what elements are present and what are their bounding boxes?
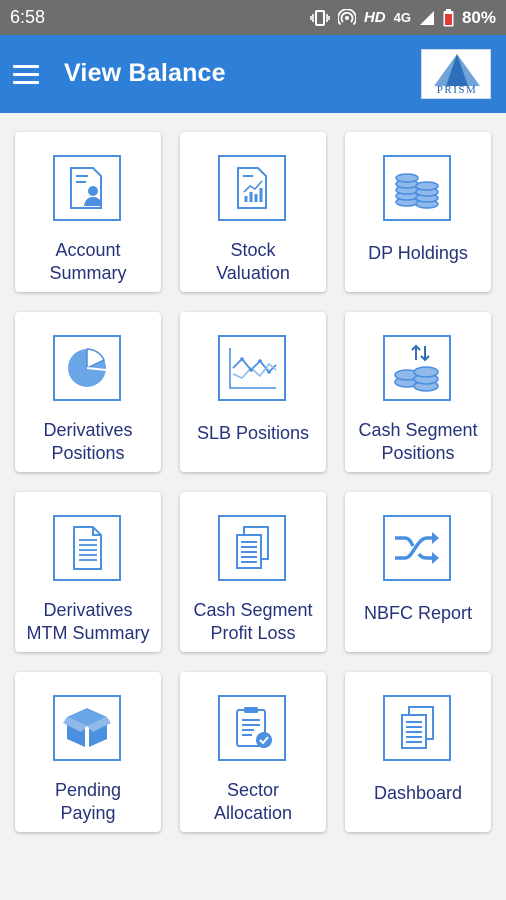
tile-label: Stock Valuation: [216, 240, 290, 283]
dashboard-documents-icon: [383, 695, 451, 761]
tile-label: Dashboard: [373, 783, 463, 803]
status-bar: 6:58 HD 4G 80%: [0, 0, 506, 35]
tile-label: NBFC Report: [363, 603, 473, 623]
tile-derivatives-positions[interactable]: Derivatives Positions: [15, 312, 161, 472]
document-icon: [53, 515, 121, 581]
coins-exchange-icon: [383, 335, 451, 401]
tile-derivatives-mtm-summary[interactable]: Derivatives MTM Summary: [15, 492, 161, 652]
hotspot-icon: [337, 8, 356, 27]
tile-sector-allocation[interactable]: Sector Allocation: [180, 672, 326, 832]
battery-icon: [443, 8, 454, 27]
account-summary-icon: [53, 155, 121, 221]
tile-label: Cash Segment Profit Loss: [193, 600, 313, 643]
tile-label: Derivatives Positions: [43, 420, 133, 463]
tile-label: Account Summary: [49, 240, 127, 283]
tile-label: DP Holdings: [368, 243, 468, 263]
line-chart-icon: [218, 335, 286, 401]
tile-nbfc-report[interactable]: NBFC Report: [345, 492, 491, 652]
status-time: 6:58: [10, 7, 46, 27]
tile-label: SLB Positions: [196, 423, 310, 443]
network-type: HD: [363, 9, 386, 26]
page-title: View Balance: [64, 59, 226, 87]
shuffle-icon: [383, 515, 451, 581]
box-icon: [53, 695, 121, 761]
tile-dashboard[interactable]: Dashboard: [345, 672, 491, 832]
logo-text: PRISM: [436, 84, 478, 96]
tile-label: Pending Paying: [54, 780, 122, 823]
status-icons: HD 4G 80%: [310, 8, 496, 28]
hamburger-menu-icon[interactable]: [13, 65, 39, 85]
tile-label: Cash Segment Positions: [358, 420, 478, 463]
vibrate-icon: [310, 9, 330, 26]
signal-type: 4G: [393, 10, 411, 25]
battery-percent: 80%: [461, 7, 496, 27]
tile-label: Sector Allocation: [213, 780, 293, 823]
tile-stock-valuation[interactable]: Stock Valuation: [180, 132, 326, 292]
tile-cash-segment-profit-loss[interactable]: Cash Segment Profit Loss: [180, 492, 326, 652]
clipboard-check-icon: [218, 695, 286, 761]
stock-valuation-icon: [218, 155, 286, 221]
prism-logo: PRISM: [421, 49, 491, 99]
tile-label: Derivatives MTM Summary: [26, 600, 150, 643]
tile-pending-paying[interactable]: Pending Paying: [15, 672, 161, 832]
app-bar: View Balance PRISM: [0, 35, 506, 113]
tile-slb-positions[interactable]: SLB Positions: [180, 312, 326, 472]
tile-dp-holdings[interactable]: DP Holdings: [345, 132, 491, 292]
signal-icon: [419, 10, 435, 26]
coins-stack-icon: [383, 155, 451, 221]
pie-chart-icon: [53, 335, 121, 401]
tile-cash-segment-positions[interactable]: Cash Segment Positions: [345, 312, 491, 472]
documents-icon: [218, 515, 286, 581]
tile-account-summary[interactable]: Account Summary: [15, 132, 161, 292]
